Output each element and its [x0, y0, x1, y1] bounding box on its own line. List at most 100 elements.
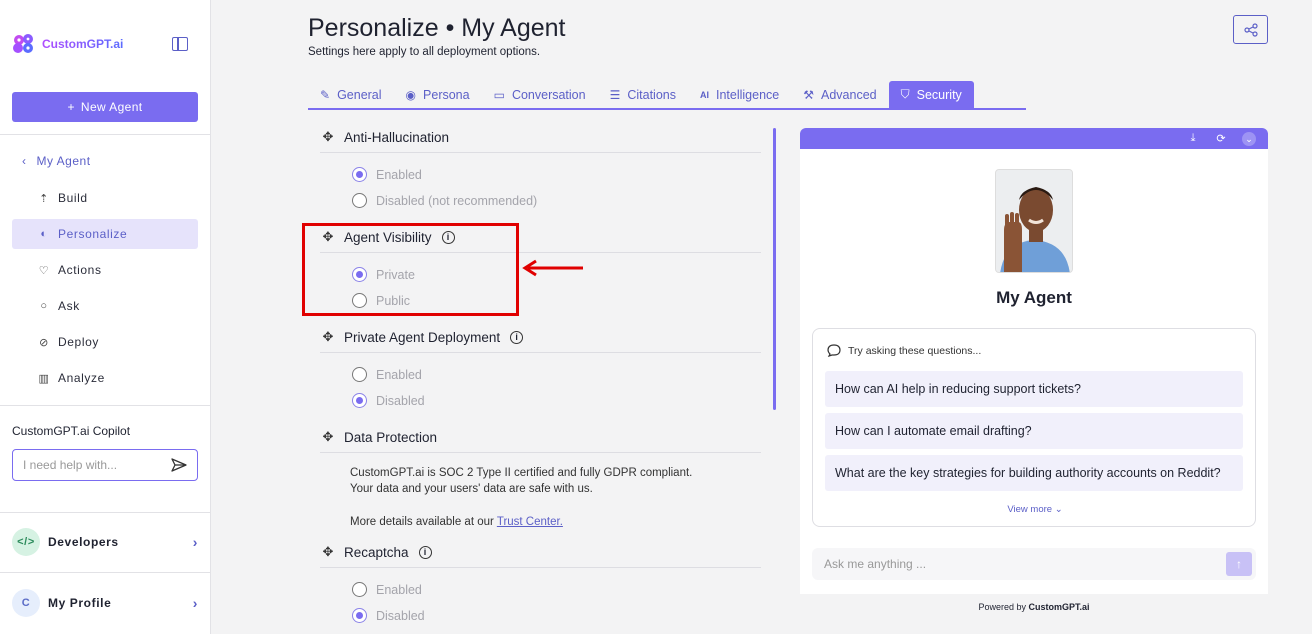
- suggested-question[interactable]: How can AI help in reducing support tick…: [825, 371, 1243, 407]
- chevron-right-icon: ›: [192, 534, 198, 550]
- data-protection-more: More details available at our Trust Cent…: [350, 514, 563, 530]
- divider: [320, 152, 761, 153]
- tab-label: General: [337, 87, 382, 102]
- chat-bubble-icon: [827, 344, 841, 357]
- radio-button[interactable]: [352, 167, 367, 182]
- scrollbar[interactable]: [773, 128, 776, 410]
- radio-button[interactable]: [352, 608, 367, 623]
- page-title: Personalize • My Agent: [308, 14, 566, 42]
- sidebar-collapse-icon[interactable]: [172, 37, 188, 51]
- radio-label: Disabled: [376, 608, 425, 623]
- more-prefix: More details available at our: [350, 516, 494, 528]
- radio-button[interactable]: [352, 367, 367, 382]
- data-protection-line-2: Your data and your users' data are safe …: [350, 483, 593, 495]
- message-icon: ▭: [493, 87, 505, 102]
- sidebar-item-deploy[interactable]: ⊘ Deploy: [12, 327, 198, 357]
- radio-button[interactable]: [352, 193, 367, 208]
- suggested-question[interactable]: How can I automate email drafting?: [825, 413, 1243, 449]
- recaptcha-enabled-radio[interactable]: Enabled: [352, 582, 422, 597]
- back-label: My Agent: [36, 154, 91, 168]
- back-to-agent-link[interactable]: ‹ My Agent: [22, 154, 91, 168]
- ask-input[interactable]: Ask me anything ... ↑: [812, 548, 1256, 580]
- powered-prefix: Powered by: [978, 602, 1026, 612]
- view-more-link[interactable]: View more ⌄: [813, 504, 1257, 515]
- refresh-icon[interactable]: ⟳: [1214, 132, 1228, 145]
- actions-icon: ♡: [38, 264, 50, 277]
- send-icon[interactable]: [171, 458, 187, 472]
- chevron-left-icon: ‹: [22, 154, 27, 168]
- new-agent-button[interactable]: + New Agent: [12, 92, 198, 122]
- annotation-highlight-box: [302, 223, 519, 316]
- tab-advanced[interactable]: ⚒ Advanced: [791, 81, 888, 108]
- sidebar-item-ask[interactable]: ○ Ask: [12, 291, 198, 321]
- copilot-placeholder: I need help with...: [23, 458, 118, 472]
- my-profile-link[interactable]: C My Profile ›: [12, 589, 198, 617]
- chevron-down-icon[interactable]: ⌄: [1242, 131, 1256, 146]
- sidebar-item-label: Build: [58, 191, 88, 205]
- radio-button[interactable]: [352, 582, 367, 597]
- drag-handle-icon[interactable]: ✥: [320, 544, 336, 560]
- send-button[interactable]: ↑: [1226, 552, 1252, 576]
- radio-label: Disabled: [376, 393, 425, 408]
- tab-intelligence[interactable]: AI Intelligence: [688, 81, 791, 108]
- anti-hallucination-enabled-radio[interactable]: Enabled: [352, 167, 422, 182]
- chat-icon: ○: [40, 300, 48, 312]
- questions-header-text: Try asking these questions...: [848, 344, 982, 357]
- sidebar-item-build[interactable]: ⇡ Build: [12, 183, 198, 213]
- chevron-down-icon: ⌄: [1054, 504, 1063, 515]
- section-title-text: Private Agent Deployment: [344, 329, 501, 345]
- radio-button[interactable]: [352, 393, 367, 408]
- info-icon[interactable]: i: [510, 330, 524, 344]
- recaptcha-disabled-radio[interactable]: Disabled: [352, 608, 425, 623]
- link-icon: ⊘: [39, 336, 49, 349]
- sidebar-item-actions[interactable]: ♡ Actions: [12, 255, 198, 285]
- bar-chart-icon: ▥: [38, 372, 50, 385]
- developers-link[interactable]: </> Developers ›: [12, 528, 198, 556]
- private-deployment-title: ✥ Private Agent Deployment i: [320, 329, 524, 345]
- info-icon[interactable]: i: [418, 545, 432, 559]
- sidebar-item-label: Analyze: [58, 371, 105, 385]
- citations-icon: ☰: [609, 87, 621, 102]
- page-subtitle: Settings here apply to all deployment op…: [308, 46, 541, 58]
- data-protection-title: ✥ Data Protection: [320, 429, 438, 445]
- sidebar-item-personalize[interactable]: ◐ Personalize: [12, 219, 198, 249]
- divider: [0, 572, 210, 573]
- powered-brand[interactable]: CustomGPT.ai: [1029, 602, 1090, 612]
- agent-photo: [996, 170, 1072, 272]
- download-icon[interactable]: ⤓: [1186, 132, 1200, 145]
- divider: [0, 405, 210, 406]
- drag-handle-icon[interactable]: ✥: [320, 129, 336, 145]
- tab-conversation[interactable]: ▭ Conversation: [482, 81, 598, 108]
- user-circle-icon: ◉: [405, 87, 417, 102]
- suggested-question[interactable]: What are the key strategies for building…: [825, 455, 1243, 491]
- copilot-input[interactable]: I need help with...: [12, 449, 198, 481]
- section-title-text: Anti-Hallucination: [344, 129, 450, 145]
- tab-label: Persona: [423, 87, 470, 102]
- questions-header: Try asking these questions...: [827, 344, 981, 357]
- private-deployment-disabled-radio[interactable]: Disabled: [352, 393, 425, 408]
- logo[interactable]: CustomGPT.ai: [12, 33, 123, 55]
- profile-label: My Profile: [48, 596, 112, 610]
- tab-general[interactable]: ✎ General: [308, 81, 394, 108]
- sidebar-item-label: Actions: [58, 263, 102, 277]
- brain-logo-icon: [13, 34, 33, 53]
- agent-avatar: [995, 169, 1073, 273]
- plus-icon: +: [67, 100, 75, 114]
- tab-citations[interactable]: ☰ Citations: [598, 81, 688, 108]
- sidebar-item-analyze[interactable]: ▥ Analyze: [12, 363, 198, 393]
- drag-handle-icon[interactable]: ✥: [320, 329, 336, 345]
- powered-by-footer: Powered by CustomGPT.ai: [800, 602, 1268, 612]
- developers-label: Developers: [48, 535, 119, 549]
- share-button[interactable]: [1233, 15, 1268, 44]
- settings-tabs: ✎ General ◉ Persona ▭ Conversation ☰ Citatio…: [308, 81, 1026, 110]
- drag-handle-icon[interactable]: ✥: [320, 429, 336, 445]
- tab-security[interactable]: ⛉ Security: [888, 81, 974, 108]
- private-deployment-enabled-radio[interactable]: Enabled: [352, 367, 422, 382]
- tab-persona[interactable]: ◉ Persona: [394, 81, 482, 108]
- divider: [0, 512, 210, 513]
- new-agent-label: New Agent: [80, 100, 143, 114]
- tab-label: Conversation: [511, 87, 586, 102]
- anti-hallucination-disabled-radio[interactable]: Disabled (not recommended): [352, 193, 537, 208]
- radio-label: Enabled: [376, 367, 422, 382]
- trust-center-link[interactable]: Trust Center.: [497, 516, 563, 528]
